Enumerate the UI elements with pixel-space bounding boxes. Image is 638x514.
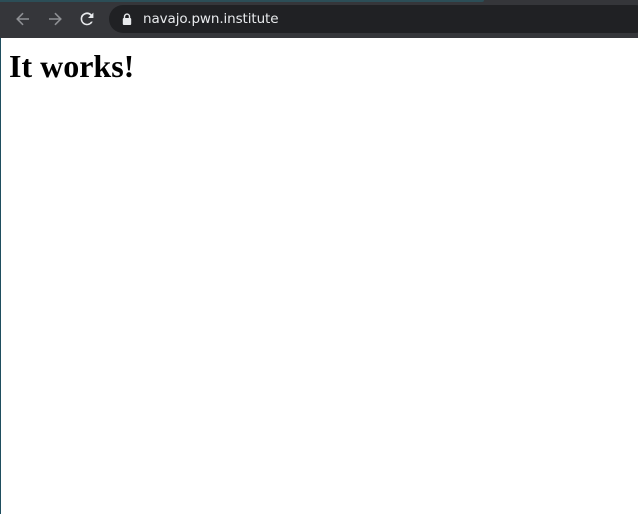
reload-icon bbox=[80, 12, 94, 26]
back-button[interactable] bbox=[9, 5, 37, 33]
arrow-left-icon bbox=[16, 12, 29, 26]
reload-button[interactable] bbox=[73, 5, 101, 33]
url-text[interactable]: navajo.pwn.institute bbox=[143, 11, 279, 27]
browser-toolbar: navajo.pwn.institute bbox=[0, 0, 638, 38]
active-tab-strip bbox=[0, 0, 484, 2]
forward-button[interactable] bbox=[41, 5, 69, 33]
arrow-right-icon bbox=[49, 12, 62, 26]
page-viewport: It works! bbox=[1, 38, 638, 514]
address-bar[interactable]: navajo.pwn.institute bbox=[109, 5, 638, 33]
page-heading: It works! bbox=[9, 48, 135, 84]
lock-icon[interactable] bbox=[121, 12, 133, 26]
